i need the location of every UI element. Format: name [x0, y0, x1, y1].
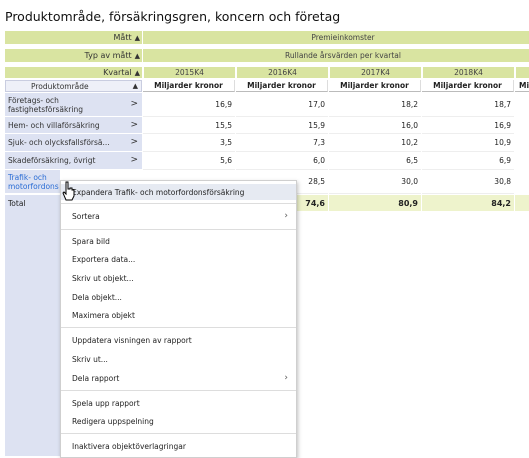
report-title: Produktområde, försäkringsgren, koncern … — [5, 9, 341, 24]
table-cell: 6,9 — [422, 152, 514, 170]
table-cell: 16,0 — [329, 117, 421, 134]
menu-separator — [61, 203, 296, 204]
hand-cursor-icon — [62, 181, 75, 201]
header-row-kvartal: Kvartal ▲ 2015K4 2016K4 2017K4 2018K4 — [5, 67, 529, 78]
total-cell: 80,9 — [329, 195, 421, 211]
unit-header: Miljarder kronor — [143, 80, 235, 92]
menu-item-sort[interactable]: Sortera › — [61, 208, 296, 224]
chevron-right-icon[interactable]: > — [130, 138, 138, 147]
menu-item-play[interactable]: Spela upp rapport — [61, 395, 296, 411]
row-label-text: Trafik- och motorfordons — [8, 172, 59, 191]
matt-header[interactable]: Mått ▲ — [5, 31, 142, 44]
typ-header[interactable]: Typ av mått ▲ — [5, 49, 142, 62]
table-row: Sjuk- och olycksfallsförsä... > 3,5 7,3 … — [5, 134, 529, 152]
sort-asc-icon[interactable]: ▲ — [133, 82, 138, 90]
row-label[interactable]: Sjuk- och olycksfallsförsä... > — [5, 134, 142, 152]
unit-header: Miljarder kronor — [236, 80, 328, 92]
sort-asc-icon[interactable]: ▲ — [135, 34, 140, 42]
menu-item-edit-play[interactable]: Redigera uppspelning — [61, 413, 296, 429]
menu-item-label: Sortera — [72, 211, 100, 221]
menu-item-export[interactable]: Exportera data... — [61, 251, 296, 267]
table-row: Hem- och villaförsäkring > 15,5 15,9 16,… — [5, 117, 529, 134]
unit-row: Produktområde ▲ Miljarder kronor Miljard… — [5, 80, 529, 92]
menu-item-disable-overlays[interactable]: Inaktivera objektöverlagringar — [61, 438, 296, 454]
table-cell: 5,6 — [143, 152, 235, 170]
row-label-text: Skadeförsäkring, övrigt — [8, 156, 96, 165]
sort-asc-icon[interactable]: ▲ — [135, 69, 140, 77]
quarter-header[interactable]: 2017K4 — [329, 67, 421, 78]
chevron-right-icon: › — [284, 373, 288, 383]
table-cell: 10,9 — [422, 134, 514, 152]
table-cell: 30,0 — [329, 170, 421, 194]
typ-value: Rullande årsvärden per kvartal — [143, 49, 529, 62]
menu-item-print[interactable]: Skriv ut... — [61, 351, 296, 367]
total-cell-partial — [515, 195, 529, 211]
table-cell: 3,5 — [143, 134, 235, 152]
row-label[interactable]: Hem- och villaförsäkring > — [5, 117, 142, 134]
menu-separator — [61, 390, 296, 391]
table-cell: 15,5 — [143, 117, 235, 134]
context-menu: Expandera Trafik- och motorfordonsförsäk… — [60, 180, 297, 458]
typ-label: Typ av mått — [84, 51, 132, 60]
table-cell: 15,9 — [236, 117, 328, 134]
menu-item-share-report[interactable]: Dela rapport › — [61, 370, 296, 386]
sort-asc-icon[interactable]: ▲ — [135, 52, 140, 60]
row-label-text: Sjuk- och olycksfallsförsä... — [8, 138, 110, 147]
row-label[interactable]: Företags- och fastighetsförsäkring > — [5, 93, 142, 117]
table-cell: 7,3 — [236, 134, 328, 152]
header-row-typ: Typ av mått ▲ Rullande årsvärden per kva… — [5, 49, 529, 62]
row-header-column-fill — [5, 211, 60, 456]
header-row-matt: Mått ▲ Premieinkomster — [5, 31, 529, 44]
chevron-right-icon: › — [284, 211, 288, 221]
table-cell: 30,8 — [422, 170, 514, 194]
row-label-text: Företags- och fastighetsförsäkring — [8, 95, 83, 114]
matt-value: Premieinkomster — [143, 31, 529, 44]
quarter-header[interactable]: 2018K4 — [422, 67, 514, 78]
menu-item-share-object[interactable]: Dela objekt... — [61, 289, 296, 305]
menu-item-label: Dela rapport — [72, 373, 120, 383]
row-label-text: Hem- och villaförsäkring — [8, 120, 100, 130]
quarter-header[interactable]: 2016K4 — [236, 67, 328, 78]
table-cell: 6,0 — [236, 152, 328, 170]
row-label[interactable]: Skadeförsäkring, övrigt > — [5, 152, 142, 170]
table-row: Skadeförsäkring, övrigt > 5,6 6,0 6,5 6,… — [5, 152, 529, 170]
quarter-header-partial — [515, 67, 529, 78]
table-cell: 16,9 — [422, 117, 514, 134]
total-label: Total — [5, 195, 60, 211]
table-cell: 18,7 — [422, 93, 514, 117]
table-cell: 10,2 — [329, 134, 421, 152]
menu-item-print-object[interactable]: Skriv ut objekt... — [61, 270, 296, 286]
menu-separator — [61, 327, 296, 328]
table-row: Företags- och fastighetsförsäkring > 16,… — [5, 93, 529, 117]
table-cell: 17,0 — [236, 93, 328, 117]
menu-item-update-view[interactable]: Uppdatera visningen av rapport — [61, 332, 296, 348]
unit-header: Miljarder kronor — [422, 80, 514, 92]
chevron-right-icon[interactable]: > — [130, 120, 138, 130]
kvartal-label: Kvartal — [103, 68, 132, 77]
produktomrade-label: Produktområde — [31, 81, 89, 91]
chevron-right-icon[interactable]: > — [130, 156, 138, 165]
row-label[interactable]: Trafik- och motorfordons — [5, 170, 60, 194]
total-cell: 84,2 — [422, 195, 514, 211]
menu-separator — [61, 229, 296, 230]
produktomrade-header[interactable]: Produktområde ▲ — [5, 80, 142, 92]
menu-item-expand[interactable]: Expandera Trafik- och motorfordonsförsäk… — [61, 184, 296, 200]
matt-label: Mått — [113, 33, 132, 42]
table-cell: 6,5 — [329, 152, 421, 170]
table-cell: 16,9 — [143, 93, 235, 117]
menu-separator — [61, 433, 296, 434]
kvartal-header[interactable]: Kvartal ▲ — [5, 67, 142, 78]
unit-header: Miljarder kronor — [329, 80, 421, 92]
menu-item-save-image[interactable]: Spara bild — [61, 233, 296, 249]
quarter-header[interactable]: 2015K4 — [143, 67, 235, 78]
unit-header-partial: Mil — [515, 80, 529, 92]
chevron-right-icon[interactable]: > — [130, 100, 138, 109]
table-cell: 18,2 — [329, 93, 421, 117]
menu-item-maximize[interactable]: Maximera objekt — [61, 307, 296, 323]
